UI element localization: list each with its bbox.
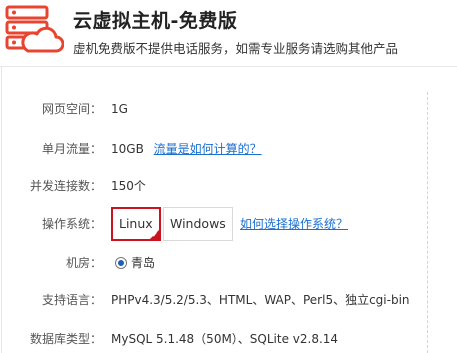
product-header: 云虚拟主机-免费版 虚机免费版不提供电话服务，如需专业服务请选购其他产品: [0, 0, 457, 64]
spec-row-connections: 并发连接数： 150个: [0, 174, 420, 198]
database-label: 数据库类型：: [29, 332, 102, 346]
traffic-help-link[interactable]: 流量是如何计算的？: [154, 142, 262, 156]
languages-label: 支持语言：: [41, 293, 102, 307]
connections-value: 150个: [111, 179, 146, 193]
spec-row-space: 网页空间： 1G: [0, 97, 420, 121]
languages-value: PHPv4.3/5.2/5.3、HTML、WAP、Perl5、独立cgi-bin: [111, 293, 410, 307]
header-divider: [0, 66, 457, 67]
spec-row-languages: 支持语言： PHPv4.3/5.2/5.3、HTML、WAP、Perl5、独立c…: [0, 288, 420, 312]
panel-dashed-border: [427, 92, 428, 353]
room-value: 青岛: [131, 256, 156, 270]
traffic-label: 单月流量：: [41, 142, 102, 156]
os-help-link[interactable]: 如何选择操作系统？: [240, 212, 348, 236]
page-title: 云虚拟主机-免费版: [73, 10, 238, 32]
space-value: 1G: [111, 102, 128, 116]
os-help-row: 如何选择操作系统？: [0, 212, 420, 236]
spec-row-traffic: 单月流量： 10GB 流量是如何计算的？: [0, 137, 420, 161]
server-cloud-icon: [5, 5, 64, 53]
connections-label: 并发连接数：: [29, 179, 102, 193]
space-label: 网页空间：: [41, 102, 102, 116]
spec-row-database: 数据库类型： MySQL 5.1.48（50M）、SQLite v2.8.14: [0, 327, 420, 351]
traffic-amount: 10GB: [111, 142, 144, 156]
room-label: 机房：: [65, 256, 102, 270]
spec-row-room: 机房： 青岛: [0, 251, 420, 275]
database-value: MySQL 5.1.48（50M）、SQLite v2.8.14: [111, 332, 339, 346]
traffic-value: 10GB 流量是如何计算的？: [111, 137, 262, 161]
room-radio[interactable]: [115, 257, 127, 269]
page-subtitle: 虚机免费版不提供电话服务，如需专业服务请选购其他产品: [73, 41, 399, 56]
radio-selected-dot: [118, 260, 124, 266]
